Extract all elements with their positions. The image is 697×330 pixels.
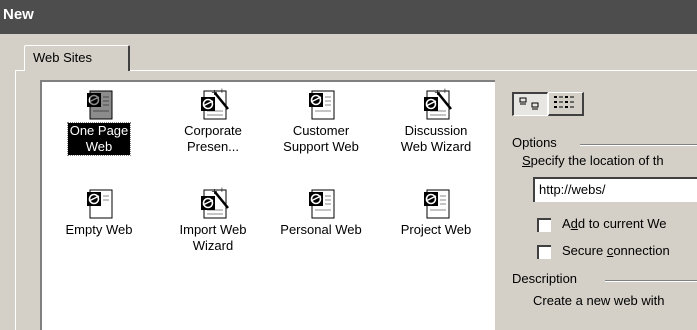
tab-web-sites[interactable]: Web Sites [24, 45, 130, 71]
window-title: New [3, 6, 34, 23]
svg-text:+: + [219, 186, 225, 194]
template-personal-web[interactable]: Personal Web [268, 186, 374, 238]
wizard-wand-icon: + + [201, 186, 229, 219]
svg-text:+: + [434, 88, 441, 97]
template-empty-web[interactable]: Empty Web [46, 186, 152, 238]
wizard-wand-icon: + + [201, 87, 229, 120]
add-to-current-web-label: Add to current We [562, 216, 667, 231]
template-label: Customer Support Web [283, 123, 359, 154]
web-page-icon [424, 189, 450, 219]
large-icons-view-button[interactable] [512, 92, 548, 116]
svg-text:+: + [442, 87, 448, 95]
template-one-page-web[interactable]: One Page Web [46, 87, 152, 156]
template-label: Discussion Web Wizard [400, 123, 472, 154]
svg-text:+: + [211, 88, 218, 97]
description-divider [605, 280, 697, 282]
template-discussion-web-wizard[interactable]: + + Discussion Web Wizard [383, 87, 489, 155]
template-label: Corporate Presen... [184, 123, 242, 154]
wizard-wand-icon: + + [424, 87, 452, 120]
template-label: One Page Web [66, 122, 132, 156]
template-label: Personal Web [280, 222, 362, 237]
description-text: Create a new web with [533, 293, 665, 308]
add-to-current-web-checkbox[interactable] [537, 218, 551, 232]
svg-text:+: + [211, 187, 218, 196]
tab-web-sites-label: Web Sites [33, 50, 93, 65]
template-label: Import Web Wizard [179, 222, 247, 253]
list-view-icon [554, 96, 574, 108]
svg-text:+: + [219, 87, 225, 95]
location-input[interactable]: http://webs/ [533, 177, 697, 202]
secure-connection-label: Secure connection [562, 243, 670, 258]
view-toggle [512, 92, 584, 116]
location-label: Specify the location of th [522, 153, 664, 168]
template-corporate-presence[interactable]: + + Corporate Presen... [160, 87, 266, 155]
title-bar: New [0, 0, 697, 34]
template-project-web[interactable]: Project Web [383, 186, 489, 238]
secure-connection-checkbox[interactable] [537, 245, 551, 259]
options-divider [580, 144, 697, 146]
web-page-icon [309, 189, 335, 219]
description-group-label: Description [512, 271, 578, 286]
web-page-icon [87, 189, 113, 219]
web-page-icon [87, 90, 113, 120]
template-import-web-wizard[interactable]: + + Import Web Wizard [160, 186, 266, 254]
template-label: Project Web [400, 222, 472, 237]
options-group-label: Options [512, 135, 557, 150]
large-icons-icon [519, 97, 539, 110]
template-customer-support-web[interactable]: Customer Support Web [268, 87, 374, 155]
location-value: http://webs/ [539, 182, 606, 197]
web-page-icon [309, 90, 335, 120]
list-view-button[interactable] [548, 92, 584, 116]
template-label: Empty Web [65, 222, 133, 237]
